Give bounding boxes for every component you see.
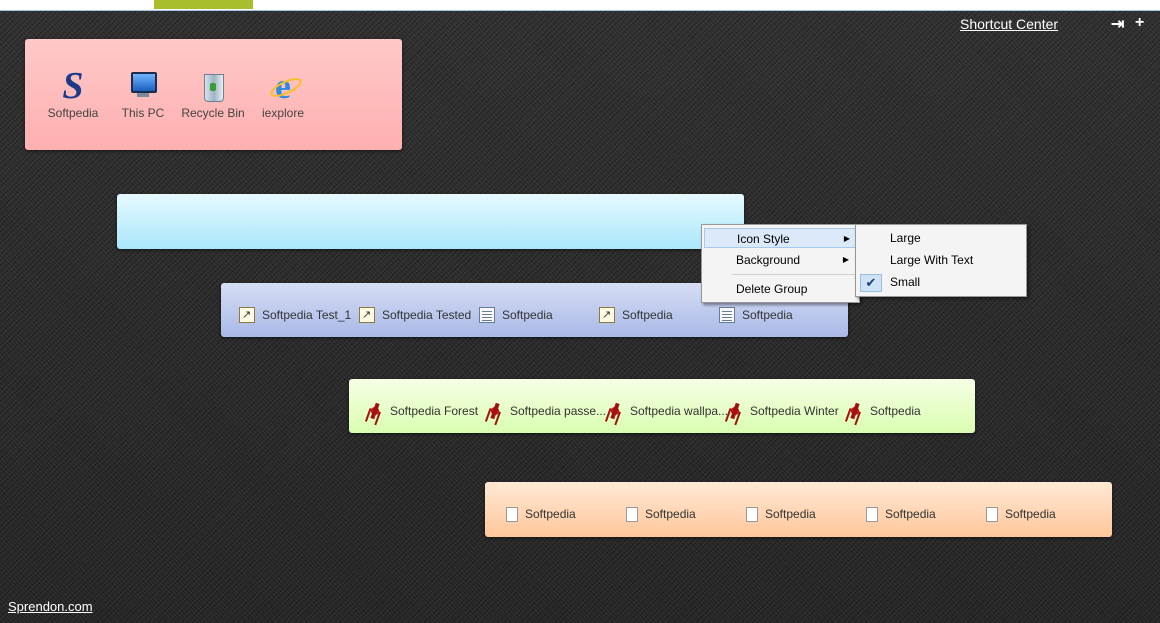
menu-item-label: Small — [890, 275, 921, 289]
shortcut-label: Softpedia Forest — [390, 404, 479, 418]
shortcut-item[interactable]: Softpedia — [506, 506, 576, 522]
shortcut-item[interactable]: Softpedia wallpa... — [607, 403, 728, 419]
shortcut-item[interactable]: Softpedia — [746, 506, 816, 522]
document-icon — [719, 307, 735, 323]
shortcut-item[interactable]: Softpedia — [479, 307, 553, 323]
group-context-menu: Icon Style ▶ Background ▶ Delete Group — [701, 224, 860, 303]
menu-item-label: Large With Text — [890, 253, 974, 267]
pin-icon[interactable]: ⇥ — [1111, 14, 1124, 34]
icon-style-submenu: Large Large With Text ✔ Small — [855, 224, 1027, 297]
file-icon — [506, 506, 518, 522]
shortcut-label: Softpedia — [47, 106, 99, 120]
shortcut-iexplore[interactable]: e iexplore — [248, 68, 318, 120]
shortcut-icon — [239, 307, 255, 323]
shortcut-item[interactable]: Softpedia Tested — [359, 307, 471, 323]
shortcut-center-link[interactable]: Shortcut Center — [960, 16, 1058, 32]
menu-item-delete-group[interactable]: Delete Group — [704, 279, 855, 299]
shortcut-icon — [359, 307, 375, 323]
shortcut-label: Softpedia passe... — [510, 404, 607, 418]
menu-item-icon-style[interactable]: Icon Style ▶ — [704, 228, 857, 248]
shortcut-label: Softpedia — [742, 308, 793, 322]
checkmark-icon: ✔ — [860, 274, 882, 292]
plus-icon[interactable]: + — [1135, 14, 1144, 32]
shortcut-group-green[interactable]: Softpedia Forest Softpedia passe... Soft… — [349, 379, 975, 433]
menu-separator — [732, 274, 857, 275]
file-icon — [986, 506, 998, 522]
shortcut-label: iexplore — [261, 106, 305, 120]
internet-explorer-icon: e — [266, 68, 300, 104]
submenu-item-small[interactable]: ✔ Small — [858, 272, 1022, 292]
shortcut-softpedia[interactable]: S Softpedia — [38, 65, 108, 120]
recycle-bin-icon — [196, 69, 230, 103]
shortcut-item[interactable]: Softpedia — [719, 307, 793, 323]
top-bar — [0, 0, 1160, 11]
shortcut-recycle-bin[interactable]: Recycle Bin — [178, 69, 248, 120]
menu-item-label: Delete Group — [736, 282, 808, 296]
submenu-arrow-icon: ▶ — [842, 255, 849, 264]
image-icon — [607, 403, 623, 419]
shortcut-item[interactable]: Softpedia — [986, 506, 1056, 522]
shortcut-label: Softpedia — [870, 404, 921, 418]
submenu-item-large-with-text[interactable]: Large With Text — [858, 250, 1022, 270]
shortcut-label: Softpedia — [645, 507, 696, 521]
submenu-arrow-icon: ▶ — [843, 234, 850, 243]
shortcut-group-orange[interactable]: Softpedia Softpedia Softpedia Softpedia … — [485, 482, 1112, 537]
softpedia-s-icon: S — [62, 65, 84, 107]
shortcut-label: Softpedia — [502, 308, 553, 322]
menu-item-label: Large — [890, 231, 921, 245]
file-icon — [866, 506, 878, 522]
shortcut-label: Recycle Bin — [181, 106, 245, 120]
shortcut-item[interactable]: Softpedia — [847, 403, 921, 419]
shortcut-label: Softpedia — [885, 507, 936, 521]
menu-item-label: Icon Style — [737, 232, 790, 246]
shortcut-item[interactable]: Softpedia Forest — [367, 403, 478, 419]
computer-icon — [126, 69, 160, 103]
sprendon-link[interactable]: Sprendon.com — [8, 599, 93, 614]
shortcut-label: Softpedia wallpa... — [630, 404, 729, 418]
shortcut-label: Softpedia Tested — [382, 308, 472, 322]
shortcut-item[interactable]: Softpedia — [866, 506, 936, 522]
image-icon — [367, 403, 383, 419]
shortcut-label: Softpedia Winter — [750, 404, 839, 418]
shortcut-item[interactable]: Softpedia Test_1 — [239, 307, 351, 323]
top-accent-tab[interactable] — [154, 0, 253, 9]
shortcut-item[interactable]: Softpedia — [599, 307, 673, 323]
shortcut-label: Softpedia — [525, 507, 576, 521]
shortcut-icon — [599, 307, 615, 323]
shortcut-item[interactable]: Softpedia Winter — [727, 403, 839, 419]
shortcut-item[interactable]: Softpedia passe... — [487, 403, 606, 419]
shortcut-group-desktop[interactable]: S Softpedia This PC Recycle Bin e iexplo… — [25, 39, 402, 150]
shortcut-group-empty[interactable] — [117, 194, 744, 249]
menu-item-label: Background — [736, 253, 801, 267]
shortcut-label: Softpedia — [765, 507, 816, 521]
image-icon — [487, 403, 503, 419]
submenu-item-large[interactable]: Large — [858, 228, 1022, 248]
image-icon — [727, 403, 743, 419]
shortcut-label: Softpedia — [1005, 507, 1056, 521]
file-icon — [746, 506, 758, 522]
shortcut-label: Softpedia — [622, 308, 673, 322]
image-icon — [847, 403, 863, 419]
shortcut-label: Softpedia Test_1 — [262, 308, 352, 322]
shortcut-label: This PC — [121, 106, 165, 120]
file-icon — [626, 506, 638, 522]
shortcut-item[interactable]: Softpedia — [626, 506, 696, 522]
menu-item-background[interactable]: Background ▶ — [704, 250, 855, 270]
document-icon — [479, 307, 495, 323]
shortcut-this-pc[interactable]: This PC — [108, 69, 178, 120]
